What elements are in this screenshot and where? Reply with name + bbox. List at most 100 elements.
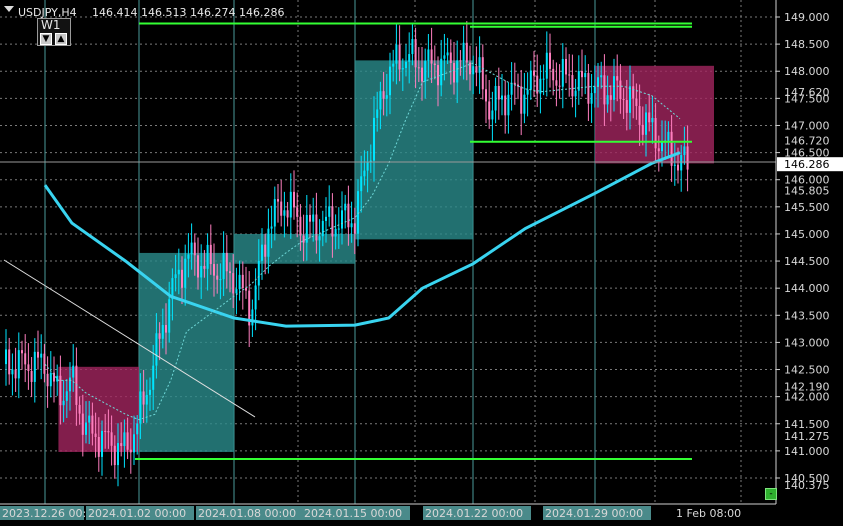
candle-body [30,370,33,382]
candle-body [501,95,503,100]
candle-body [542,78,545,80]
candle-body [222,252,225,280]
time-label: 2024.01.29 00:00 [545,507,643,520]
candle-body [539,78,542,94]
candle-body [680,155,683,171]
candle-body [11,369,14,375]
candle-body [59,375,62,406]
candle-body [581,71,583,78]
candle-body [603,75,606,105]
candle-body [376,109,379,118]
candle-body [293,191,295,208]
candle-body [609,95,612,100]
candle-body [456,60,459,83]
candle-body [446,52,449,56]
candle-body [587,73,590,104]
time-label: 2024.01.02 00:00 [88,507,186,520]
candle-body [56,375,59,382]
chart-menu-icon[interactable] [4,6,14,12]
candle-body [625,100,628,113]
candle-body [8,349,11,375]
candle-body [213,264,215,276]
candle-body [81,413,84,435]
candle-body [462,42,465,61]
candle-body [149,389,151,395]
candle-body [597,77,599,87]
price-chart[interactable]: 149.000148.500148.000147.500147.000146.5… [0,0,843,526]
candle-body [309,214,311,222]
candle-body [373,117,375,161]
candle-body [334,228,337,237]
candle-body [251,309,254,326]
candle-body [510,82,513,95]
candle-body [261,244,263,261]
candle-body [584,73,587,78]
candle-body [529,70,532,90]
candle-body [331,206,334,237]
candle-body [117,443,119,466]
candle-body [504,95,507,116]
candle-body [273,199,276,227]
minimize-button[interactable]: - [765,488,777,500]
candle-body [62,400,65,406]
candle-body [558,85,561,87]
candle-body [133,434,135,453]
candle-body [574,90,577,97]
candle-body [667,131,670,141]
candle-body [478,57,481,73]
price-label: 148.500 [784,38,830,51]
candle-body [72,365,75,378]
price-label: 145.000 [784,228,830,241]
candle-body [497,85,500,100]
candle-body [113,445,116,466]
candle-body [101,430,103,457]
candle-body [424,60,427,82]
candle-body [622,98,625,101]
candle-body [315,214,318,241]
candle-body [123,432,126,447]
demand-zone [234,233,355,264]
candle-body [427,49,430,61]
candle-body [78,404,81,414]
candle-body [600,75,603,78]
candle-body [40,353,43,358]
candle-body [193,242,196,256]
candle-body [629,86,631,113]
candle-body [475,66,478,73]
candle-body [190,242,193,255]
candle-body [360,176,363,192]
candle-body [686,146,689,170]
timeframe-up-button[interactable]: ▲ [55,33,67,45]
candle-body [299,216,302,236]
current-price-label: 146.286 [784,158,830,171]
candle-body [613,76,615,100]
candle-body [219,279,222,281]
candle-body [593,86,596,94]
candle-body [235,289,238,294]
time-label: 1 Feb 08:00 [676,507,741,520]
candle-body [264,244,267,257]
candle-body [49,372,52,387]
candle-body [523,94,526,114]
candle-body [616,76,619,81]
candle-body [85,422,87,435]
timeframe-down-button[interactable]: ▼ [40,33,52,45]
candle-body [488,101,491,120]
candle-body [177,269,180,275]
candle-body [417,67,420,69]
time-axis[interactable]: 2023.12.26 00:002024.01.02 00:00 2024.01.… [0,506,741,520]
candle-body [97,436,100,457]
candle-body [165,324,167,333]
candle-body [635,98,638,107]
candle-body [238,274,241,290]
candle-body [545,52,548,79]
time-label: 2024.01.15 00:00 [304,507,402,520]
candle-body [158,333,161,339]
timeframe-label: W1 [41,18,61,32]
candle-body [241,274,244,288]
candle-body [5,349,7,365]
candle-body [203,265,206,269]
candle-body [174,274,177,279]
candle-body [552,68,555,81]
candle-body [632,86,635,99]
